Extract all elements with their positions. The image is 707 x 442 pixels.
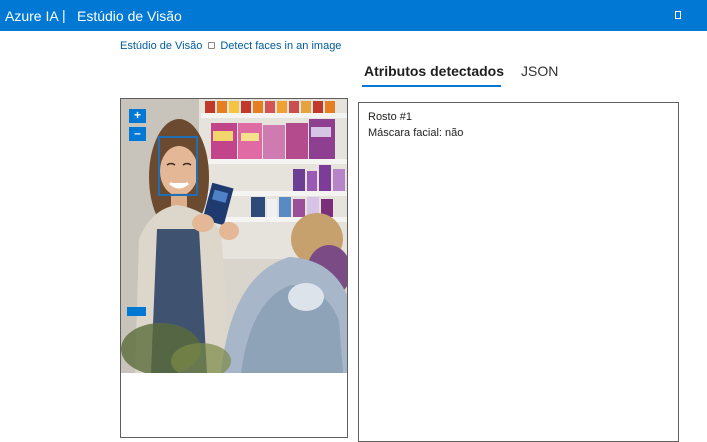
top-bar: Azure IA | Estúdio de Visão bbox=[0, 0, 707, 31]
sample-photo-illustration bbox=[121, 99, 347, 373]
breadcrumb-current[interactable]: Detect faces in an image bbox=[220, 40, 341, 52]
zoom-slider-handle[interactable] bbox=[127, 307, 146, 316]
breadcrumb-home-link[interactable]: Estúdio de Visão bbox=[120, 40, 202, 52]
tab-detected-attributes[interactable]: Atributos detectados bbox=[364, 63, 504, 79]
zoom-out-button[interactable]: – bbox=[129, 127, 146, 141]
zoom-in-button[interactable]: + bbox=[129, 109, 146, 123]
studio-link[interactable]: Estúdio de Visão bbox=[77, 8, 182, 24]
brand-link[interactable]: Azure IA bbox=[5, 8, 59, 24]
detected-attributes-panel: Rosto #1 Máscara facial: não bbox=[358, 102, 679, 442]
face-title: Rosto #1 bbox=[368, 111, 413, 123]
tab-json[interactable]: JSON bbox=[521, 63, 558, 79]
breadcrumb: Estúdio de Visão Detect faces in an image bbox=[120, 40, 341, 52]
window-icon[interactable] bbox=[675, 11, 681, 19]
face-mask-attribute: Máscara facial: não bbox=[368, 127, 464, 139]
active-tab-indicator bbox=[362, 85, 501, 87]
sample-photo bbox=[121, 99, 347, 373]
brand-separator: | bbox=[62, 7, 66, 23]
image-viewer: + – bbox=[120, 98, 348, 438]
breadcrumb-separator-icon bbox=[208, 41, 216, 49]
